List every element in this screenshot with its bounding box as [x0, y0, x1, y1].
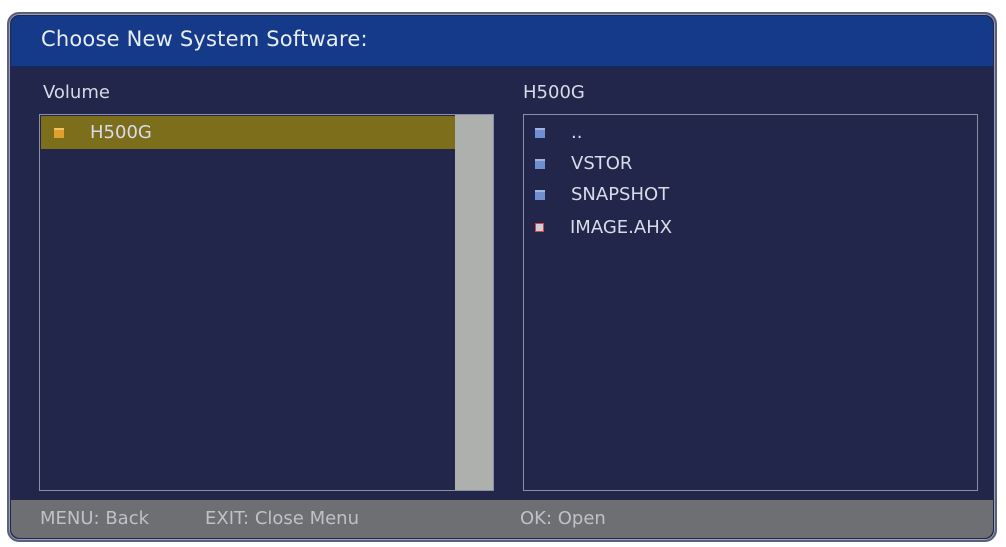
- folder-icon: [535, 158, 545, 169]
- drive-folder-icon: [54, 127, 64, 138]
- ok-open-hint: OK: Open: [520, 508, 606, 529]
- volume-list[interactable]: H500G: [39, 114, 494, 491]
- exit-close-hint: EXIT: Close Menu: [205, 508, 359, 529]
- file-item-parent[interactable]: ..: [535, 122, 582, 143]
- file-item-vstor[interactable]: VSTOR: [535, 153, 632, 174]
- file-item-label: ..: [571, 122, 583, 143]
- file-item-snapshot[interactable]: SNAPSHOT: [535, 184, 669, 205]
- file-item-image-ahx[interactable]: IMAGE.AHX: [535, 217, 672, 238]
- menu-back-hint: MENU: Back: [40, 508, 150, 529]
- folder-icon: [535, 189, 545, 200]
- folder-header: H500G: [523, 82, 585, 103]
- file-item-label: SNAPSHOT: [571, 184, 670, 205]
- volume-item-label: H500G: [90, 122, 152, 143]
- dialog-title: Choose New System Software:: [41, 27, 368, 51]
- volume-header: Volume: [43, 82, 110, 103]
- file-item-label: IMAGE.AHX: [570, 217, 673, 238]
- folder-icon: [535, 127, 545, 138]
- file-item-label: VSTOR: [571, 153, 633, 174]
- software-chooser-dialog: Choose New System Software: Volume H500G…: [7, 12, 997, 542]
- footer-bar: MENU: Back EXIT: Close Menu OK: Open: [11, 500, 993, 538]
- file-list[interactable]: .. VSTOR SNAPSHOT IMAGE.AHX: [523, 114, 978, 491]
- volume-list-scrollbar[interactable]: [455, 115, 493, 490]
- title-bar: Choose New System Software:: [11, 16, 993, 67]
- file-icon: [535, 223, 544, 232]
- volume-item-h500g[interactable]: H500G: [54, 122, 152, 143]
